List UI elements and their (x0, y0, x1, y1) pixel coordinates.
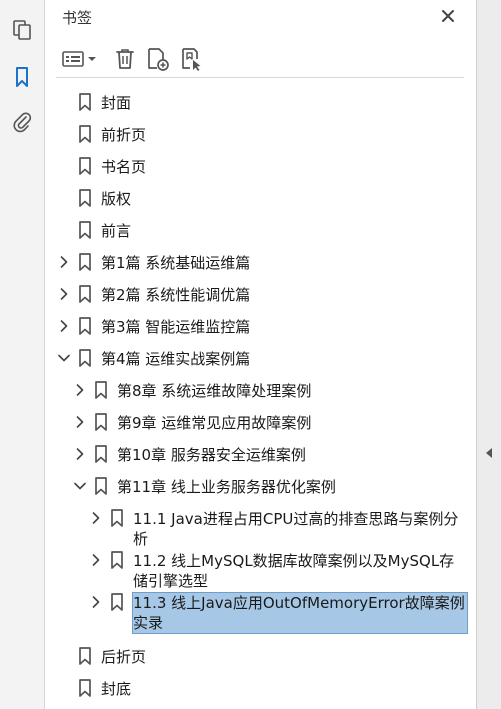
bookmark-item[interactable]: 11.1 Java进程占用CPU过高的排查思路与案例分析 (46, 505, 476, 549)
bookmark-label: 第4篇 运维实战案例篇 (101, 350, 251, 368)
bookmark-item[interactable]: 第1篇 系统基础运维篇 (46, 249, 476, 275)
navigation-rail (0, 0, 45, 709)
bookmark-item[interactable]: 后折页 (46, 643, 476, 669)
bookmark-icon (78, 93, 92, 111)
bookmark-item[interactable]: 11.2 线上MySQL数据库故障案例以及MySQL存储引擎选型 (46, 547, 476, 591)
bookmark-item[interactable]: 第11章 线上业务服务器优化案例 (46, 473, 476, 499)
chevron-right-icon[interactable] (90, 595, 102, 609)
bookmark-label: 前折页 (101, 126, 147, 144)
panel-splitter[interactable] (476, 0, 501, 709)
bookmark-label: 封底 (101, 680, 132, 698)
bookmark-label: 第8章 系统运维故障处理案例 (117, 382, 312, 400)
chevron-down-icon[interactable] (74, 479, 86, 493)
bookmark-icon (78, 679, 92, 697)
bookmark-item[interactable]: 11.3 线上Java应用OutOfMemoryError故障案例实录 (46, 589, 476, 634)
delete-icon (116, 49, 134, 69)
bookmark-icon (78, 125, 92, 143)
options-menu-icon (62, 51, 96, 67)
chevron-right-icon[interactable] (58, 255, 70, 269)
bookmark-icon (94, 381, 108, 399)
bookmark-icon (78, 647, 92, 665)
bookmark-label: 第11章 线上业务服务器优化案例 (117, 478, 336, 496)
close-icon (442, 10, 454, 22)
bookmark-item[interactable]: 前言 (46, 217, 476, 243)
chevron-right-icon[interactable] (74, 415, 86, 429)
bookmark-icon (78, 317, 92, 335)
bookmarks-toolbar (56, 44, 464, 78)
bookmark-label: 11.2 线上MySQL数据库故障案例以及MySQL存储引擎选型 (133, 552, 455, 590)
bookmark-label: 11.1 Java进程占用CPU过高的排查思路与案例分析 (133, 510, 459, 548)
bookmark-icon (110, 593, 124, 611)
bookmarks-panel: 书签 封面 前折页 书名页 版权 前言 第1篇 系统基础运维篇 第2篇 系统性能… (46, 0, 476, 709)
new-bookmark-icon (148, 48, 169, 71)
bookmark-label: 第9章 运维常见应用故障案例 (117, 414, 312, 432)
bookmark-icon (94, 445, 108, 463)
chevron-right-icon[interactable] (58, 319, 70, 333)
pages-icon[interactable] (8, 16, 36, 44)
bookmark-item[interactable]: 版权 (46, 185, 476, 211)
bookmark-icon[interactable] (8, 63, 36, 91)
bookmark-label: 前言 (101, 222, 132, 240)
panel-title: 书签 (62, 9, 93, 27)
bookmark-item[interactable]: 前折页 (46, 121, 476, 147)
bookmark-icon (78, 189, 92, 207)
bookmark-icon (94, 413, 108, 431)
close-button[interactable] (438, 6, 458, 26)
bookmark-from-selection-button[interactable] (178, 46, 206, 72)
bookmark-label: 第3篇 智能运维监控篇 (101, 318, 251, 336)
bookmark-label: 第10章 服务器安全运维案例 (117, 446, 306, 464)
bookmark-label: 11.3 线上Java应用OutOfMemoryError故障案例实录 (132, 592, 468, 634)
bookmark-icon (78, 285, 92, 303)
bookmark-item[interactable]: 封底 (46, 675, 476, 701)
chevron-right-icon[interactable] (74, 447, 86, 461)
bookmark-label: 第1篇 系统基础运维篇 (101, 254, 251, 272)
chevron-down-icon[interactable] (58, 351, 70, 365)
new-bookmark-button[interactable] (144, 46, 172, 72)
bookmark-label: 后折页 (101, 648, 147, 666)
chevron-right-icon[interactable] (58, 287, 70, 301)
collapse-arrow-icon[interactable] (484, 447, 494, 459)
bookmark-label: 封面 (101, 94, 132, 112)
bookmark-from-selection-icon (182, 48, 201, 71)
bookmark-label: 第2篇 系统性能调优篇 (101, 286, 251, 304)
delete-button[interactable] (112, 46, 138, 72)
bookmark-label: 书名页 (101, 158, 147, 176)
bookmark-icon (78, 157, 92, 175)
bookmark-icon (110, 551, 124, 569)
bookmark-item[interactable]: 第9章 运维常见应用故障案例 (46, 409, 476, 435)
bookmark-item[interactable]: 封面 (46, 89, 476, 115)
bookmark-icon (94, 477, 108, 495)
bookmark-item[interactable]: 第3篇 智能运维监控篇 (46, 313, 476, 339)
bookmark-icon (78, 253, 92, 271)
bookmark-item[interactable]: 第8章 系统运维故障处理案例 (46, 377, 476, 403)
bookmark-item[interactable]: 书名页 (46, 153, 476, 179)
bookmark-item[interactable]: 第10章 服务器安全运维案例 (46, 441, 476, 467)
bookmark-item[interactable]: 第4篇 运维实战案例篇 (46, 345, 476, 371)
bookmark-item[interactable]: 第2篇 系统性能调优篇 (46, 281, 476, 307)
bookmark-icon (78, 221, 92, 239)
bookmark-label: 版权 (101, 190, 132, 208)
bookmark-icon (110, 509, 124, 527)
chevron-right-icon[interactable] (74, 383, 86, 397)
bookmark-icon (78, 349, 92, 367)
chevron-right-icon[interactable] (90, 511, 102, 525)
options-menu-button[interactable] (60, 46, 100, 72)
chevron-right-icon[interactable] (90, 553, 102, 567)
attachment-icon[interactable] (8, 108, 36, 136)
